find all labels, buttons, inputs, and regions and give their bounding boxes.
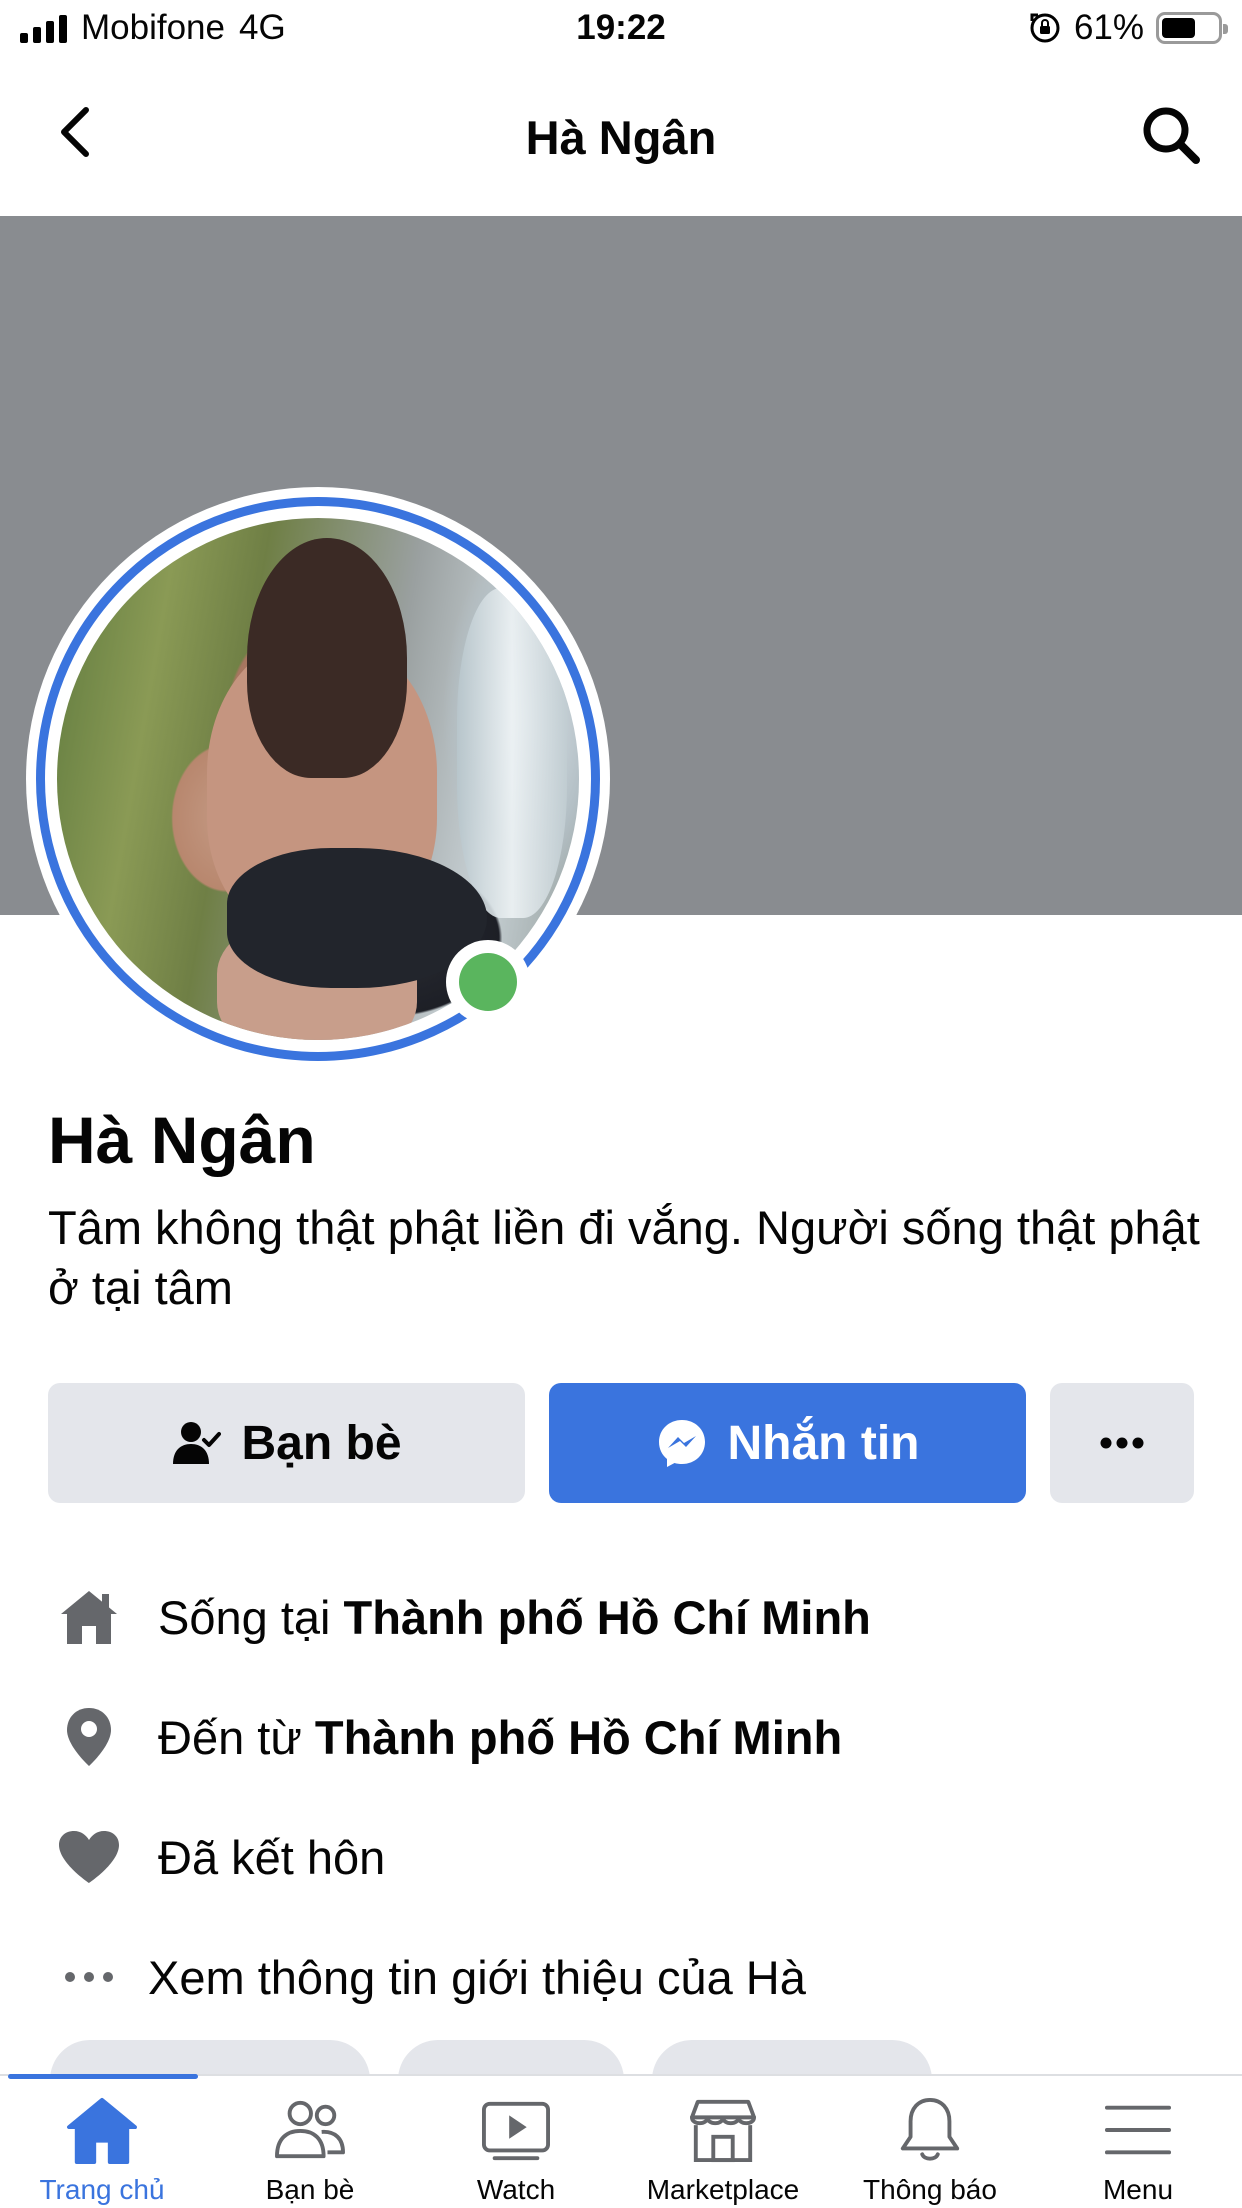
relationship-status: Đã kết hôn	[158, 1830, 386, 1884]
tab-label: Watch	[476, 2174, 556, 2205]
heart-icon	[48, 1816, 130, 1898]
signal-icon	[20, 13, 67, 43]
message-button[interactable]: Nhắn tin	[549, 1383, 1026, 1503]
tab-label: Thông báo	[863, 2174, 997, 2205]
about-relationship: Đã kết hôn	[48, 1812, 1198, 1902]
tab-label: Trang chủ	[39, 2174, 165, 2205]
see-about-info-link[interactable]: Xem thông tin giới thiệu của Hà	[48, 1932, 1198, 2022]
friends-button[interactable]: Bạn bè	[48, 1383, 525, 1503]
bottom-tab-bar: Trang chủ Bạn bè Watch Marketplace Thông…	[0, 2074, 1242, 2208]
friend-check-icon	[173, 1422, 222, 1464]
home-icon	[67, 2097, 137, 2164]
page-title: Hà Ngân	[525, 111, 717, 164]
about-lives-in: Sống tại Thành phố Hồ Chí Minh	[48, 1572, 1198, 1662]
location-pin-icon	[48, 1696, 130, 1778]
chevron-left-icon	[61, 107, 89, 157]
bell-icon	[900, 2097, 960, 2161]
carrier-label: Mobifone	[81, 8, 225, 47]
profile-actions: Bạn bè Nhắn tin	[48, 1383, 1194, 1503]
status-bar: Mobifone 4G 19:22 61%	[0, 0, 1242, 62]
tab-label: Menu	[1102, 2174, 1174, 2205]
from-city[interactable]: Thành phố Hồ Chí Minh	[315, 1711, 842, 1764]
online-status-indicator	[446, 940, 530, 1024]
tab-marketplace[interactable]: Marketplace	[628, 2096, 818, 2206]
network-label: 4G	[238, 8, 286, 47]
tab-label: Marketplace	[646, 2174, 800, 2205]
nav-header: Hà Ngân	[0, 62, 1242, 216]
see-about-info-label: Xem thông tin giới thiệu của Hà	[148, 1950, 806, 2004]
messenger-icon	[658, 1420, 705, 1467]
about-from: Đến từ Thành phố Hồ Chí Minh	[48, 1692, 1198, 1782]
battery-icon	[1156, 12, 1228, 44]
friends-button-label: Bạn bè	[241, 1416, 402, 1470]
back-button[interactable]	[44, 102, 104, 162]
tab-watch[interactable]: Watch	[436, 2096, 596, 2206]
tab-notifications[interactable]: Thông báo	[850, 2096, 1010, 2206]
marketplace-icon	[689, 2099, 757, 2163]
battery-percent: 61%	[1073, 8, 1144, 47]
tab-home[interactable]: Trang chủ	[22, 2096, 182, 2206]
more-dots-icon	[48, 1936, 130, 2018]
tab-label: Bạn bè	[265, 2174, 355, 2205]
profile-name: Hà Ngân	[48, 1103, 316, 1177]
friends-icon	[275, 2100, 345, 2159]
rotation-lock-icon	[1030, 13, 1060, 43]
tab-menu[interactable]: Menu	[1058, 2096, 1218, 2206]
home-icon	[48, 1576, 130, 1658]
lives-city[interactable]: Thành phố Hồ Chí Minh	[344, 1591, 871, 1644]
from-prefix: Đến từ	[158, 1710, 315, 1764]
active-tab-indicator	[8, 2074, 198, 2079]
lives-prefix: Sống tại	[158, 1590, 344, 1644]
search-icon	[1143, 107, 1200, 164]
tab-friends[interactable]: Bạn bè	[230, 2096, 390, 2206]
message-button-label: Nhắn tin	[727, 1416, 920, 1470]
more-options-button[interactable]	[1050, 1383, 1194, 1503]
watch-icon	[482, 2101, 550, 2161]
more-dots-icon	[1100, 1437, 1144, 1449]
menu-icon	[1104, 2105, 1172, 2155]
profile-bio: Tâm không thật phật liền đi vắng. Người …	[48, 1201, 1200, 1314]
search-button[interactable]	[1136, 100, 1206, 170]
